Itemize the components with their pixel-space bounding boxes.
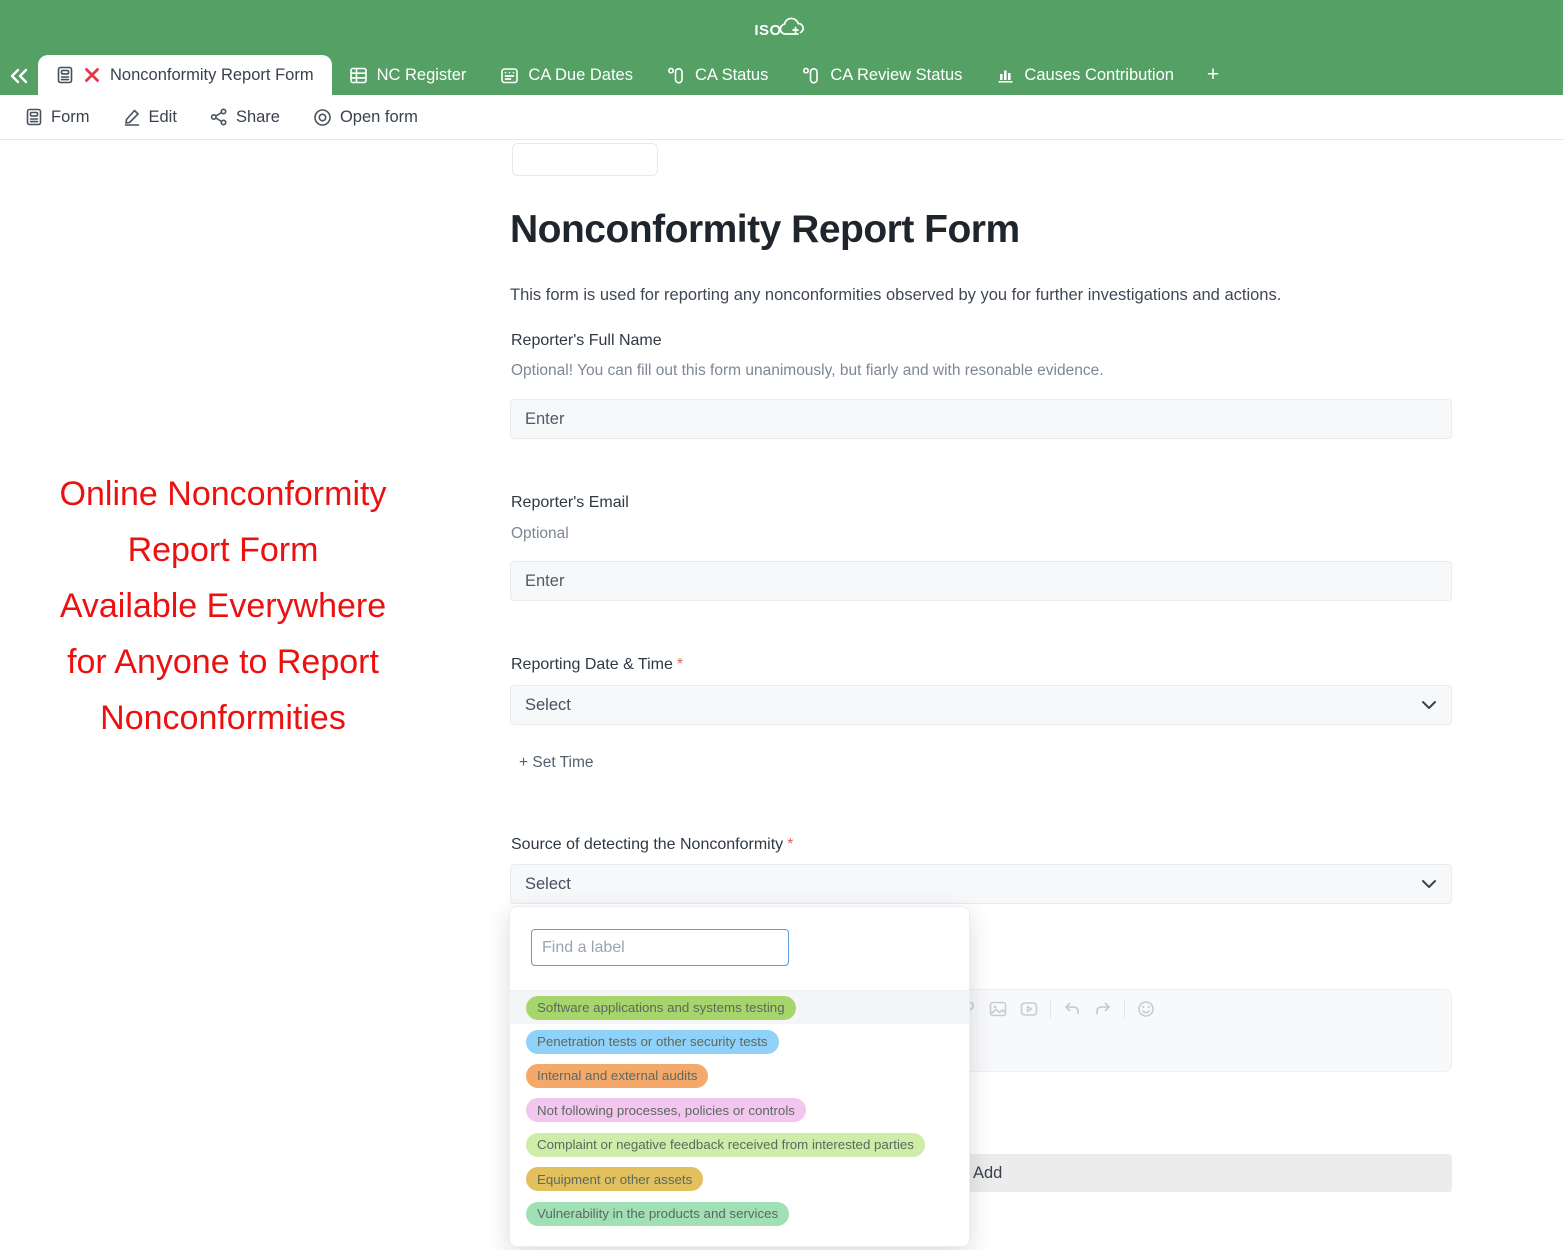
iso-cloud-logo: ISO [754, 14, 808, 42]
annotation-line: Online Nonconformity [8, 466, 438, 522]
tab-label: NC Register [377, 66, 467, 85]
tab-nonconformity-report-form[interactable]: Nonconformity Report Form [38, 55, 332, 95]
status-field-icon [802, 66, 821, 85]
undo-icon[interactable] [1062, 999, 1082, 1019]
video-icon[interactable] [1019, 999, 1039, 1019]
cloud-plus-icon [775, 14, 809, 42]
tool-label: Form [51, 108, 90, 127]
tab-strip: Nonconformity Report Form NC Register [0, 55, 1563, 95]
field-label-source-of-detecting: Source of detecting the Nonconformity* [511, 836, 793, 854]
redo-icon[interactable] [1093, 999, 1113, 1019]
empty-cover-button[interactable] [512, 143, 658, 176]
required-asterisk: * [677, 656, 683, 673]
form-description: This form is used for reporting any nonc… [510, 286, 1281, 305]
field-sublabel: Optional! You can fill out this form una… [511, 362, 1104, 380]
share-nodes-icon [210, 108, 228, 126]
toolbar-divider [1050, 1000, 1051, 1018]
label-option-list: Software applications and systems testin… [510, 990, 969, 1231]
field-sublabel: Optional [511, 525, 569, 543]
reporters-full-name-input[interactable] [510, 399, 1452, 439]
annotation-line: Report Form [8, 522, 438, 578]
tab-ca-due-dates[interactable]: CA Due Dates [483, 55, 650, 95]
reporters-email-input[interactable] [510, 561, 1452, 601]
field-label-reporters-full-name: Reporter's Full Name [511, 332, 662, 350]
field-label-reporting-date-time: Reporting Date & Time* [511, 656, 683, 674]
chevron-down-icon [1421, 700, 1437, 710]
open-form-button[interactable]: Open form [313, 108, 418, 127]
label-chip[interactable]: Software applications and systems testin… [526, 996, 796, 1020]
tab-causes-contribution[interactable]: Causes Contribution [979, 55, 1191, 95]
tab-label: CA Review Status [830, 66, 962, 85]
pencil-icon [123, 108, 141, 126]
close-x-icon[interactable] [84, 67, 100, 83]
tabs: Nonconformity Report Form NC Register [38, 55, 1235, 95]
label-chip[interactable]: Complaint or negative feedback received … [526, 1133, 925, 1157]
label-option[interactable]: Internal and external audits [510, 1059, 969, 1093]
tool-label: Open form [340, 108, 418, 127]
select-placeholder: Select [525, 696, 571, 715]
tab-ca-review-status[interactable]: CA Review Status [785, 55, 979, 95]
target-circle-icon [313, 108, 332, 127]
label-option[interactable]: Software applications and systems testin… [510, 990, 969, 1024]
bar-chart-icon [996, 66, 1015, 85]
form-title: Nonconformity Report Form [510, 208, 1020, 252]
tab-nc-register[interactable]: NC Register [332, 55, 484, 95]
tab-label: Causes Contribution [1024, 66, 1174, 85]
top-banner: ISO [0, 0, 1563, 55]
field-label-reporters-email: Reporter's Email [511, 494, 629, 512]
label-option[interactable]: Equipment or other assets [510, 1162, 969, 1196]
label-option[interactable]: Complaint or negative feedback received … [510, 1128, 969, 1162]
label-option[interactable]: Not following processes, policies or con… [510, 1093, 969, 1127]
required-asterisk: * [787, 836, 793, 853]
tool-label: Share [236, 108, 280, 127]
annotation-line: Nonconformities [8, 690, 438, 746]
status-field-icon [667, 66, 686, 85]
add-tab-button[interactable]: + [1191, 55, 1235, 95]
tab-label: CA Due Dates [528, 66, 633, 85]
collapse-sidebar-button[interactable] [6, 63, 32, 89]
form-document-icon [25, 108, 43, 126]
view-toolbar: Form Edit Share [0, 95, 1563, 140]
set-time-link[interactable]: + Set Time [519, 754, 594, 772]
field-label-text: Source of detecting the Nonconformity [511, 836, 783, 853]
tool-label: Edit [149, 108, 177, 127]
annotation-line: for Anyone to Report [8, 634, 438, 690]
label-chip[interactable]: Penetration tests or other security test… [526, 1030, 779, 1054]
label-option[interactable]: Vulnerability in the products and servic… [510, 1196, 969, 1230]
source-of-detecting-select[interactable]: Select [510, 864, 1452, 904]
label-dropdown-panel: Software applications and systems testin… [509, 906, 970, 1247]
tab-label: CA Status [695, 66, 768, 85]
reporting-date-time-select[interactable]: Select [510, 685, 1452, 725]
calendar-icon [500, 66, 519, 85]
label-option[interactable]: Penetration tests or other security test… [510, 1024, 969, 1058]
label-chip[interactable]: Vulnerability in the products and servic… [526, 1202, 789, 1226]
toolbar-divider [1124, 1000, 1125, 1018]
annotation-line: Available Everywhere [8, 578, 438, 634]
label-chip[interactable]: Internal and external audits [526, 1064, 708, 1088]
app-window: ISO [0, 0, 1563, 1250]
share-button[interactable]: Share [210, 108, 280, 127]
red-annotation-text: Online Nonconformity Report Form Availab… [8, 466, 438, 746]
select-placeholder: Select [525, 875, 571, 894]
label-chip[interactable]: Not following processes, policies or con… [526, 1098, 806, 1122]
find-label-input[interactable] [531, 929, 789, 966]
form-button[interactable]: Form [25, 108, 90, 127]
field-label-text: Reporting Date & Time [511, 656, 673, 673]
chevron-down-icon [1421, 879, 1437, 889]
editor-toolbar [957, 999, 1156, 1019]
form-document-icon [56, 66, 74, 84]
image-icon[interactable] [988, 999, 1008, 1019]
tab-label: Nonconformity Report Form [110, 66, 314, 85]
label-chip[interactable]: Equipment or other assets [526, 1167, 703, 1191]
edit-button[interactable]: Edit [123, 108, 177, 127]
tab-ca-status[interactable]: CA Status [650, 55, 785, 95]
emoji-icon[interactable] [1136, 999, 1156, 1019]
table-icon [349, 66, 368, 85]
double-chevron-left-icon [8, 67, 30, 85]
